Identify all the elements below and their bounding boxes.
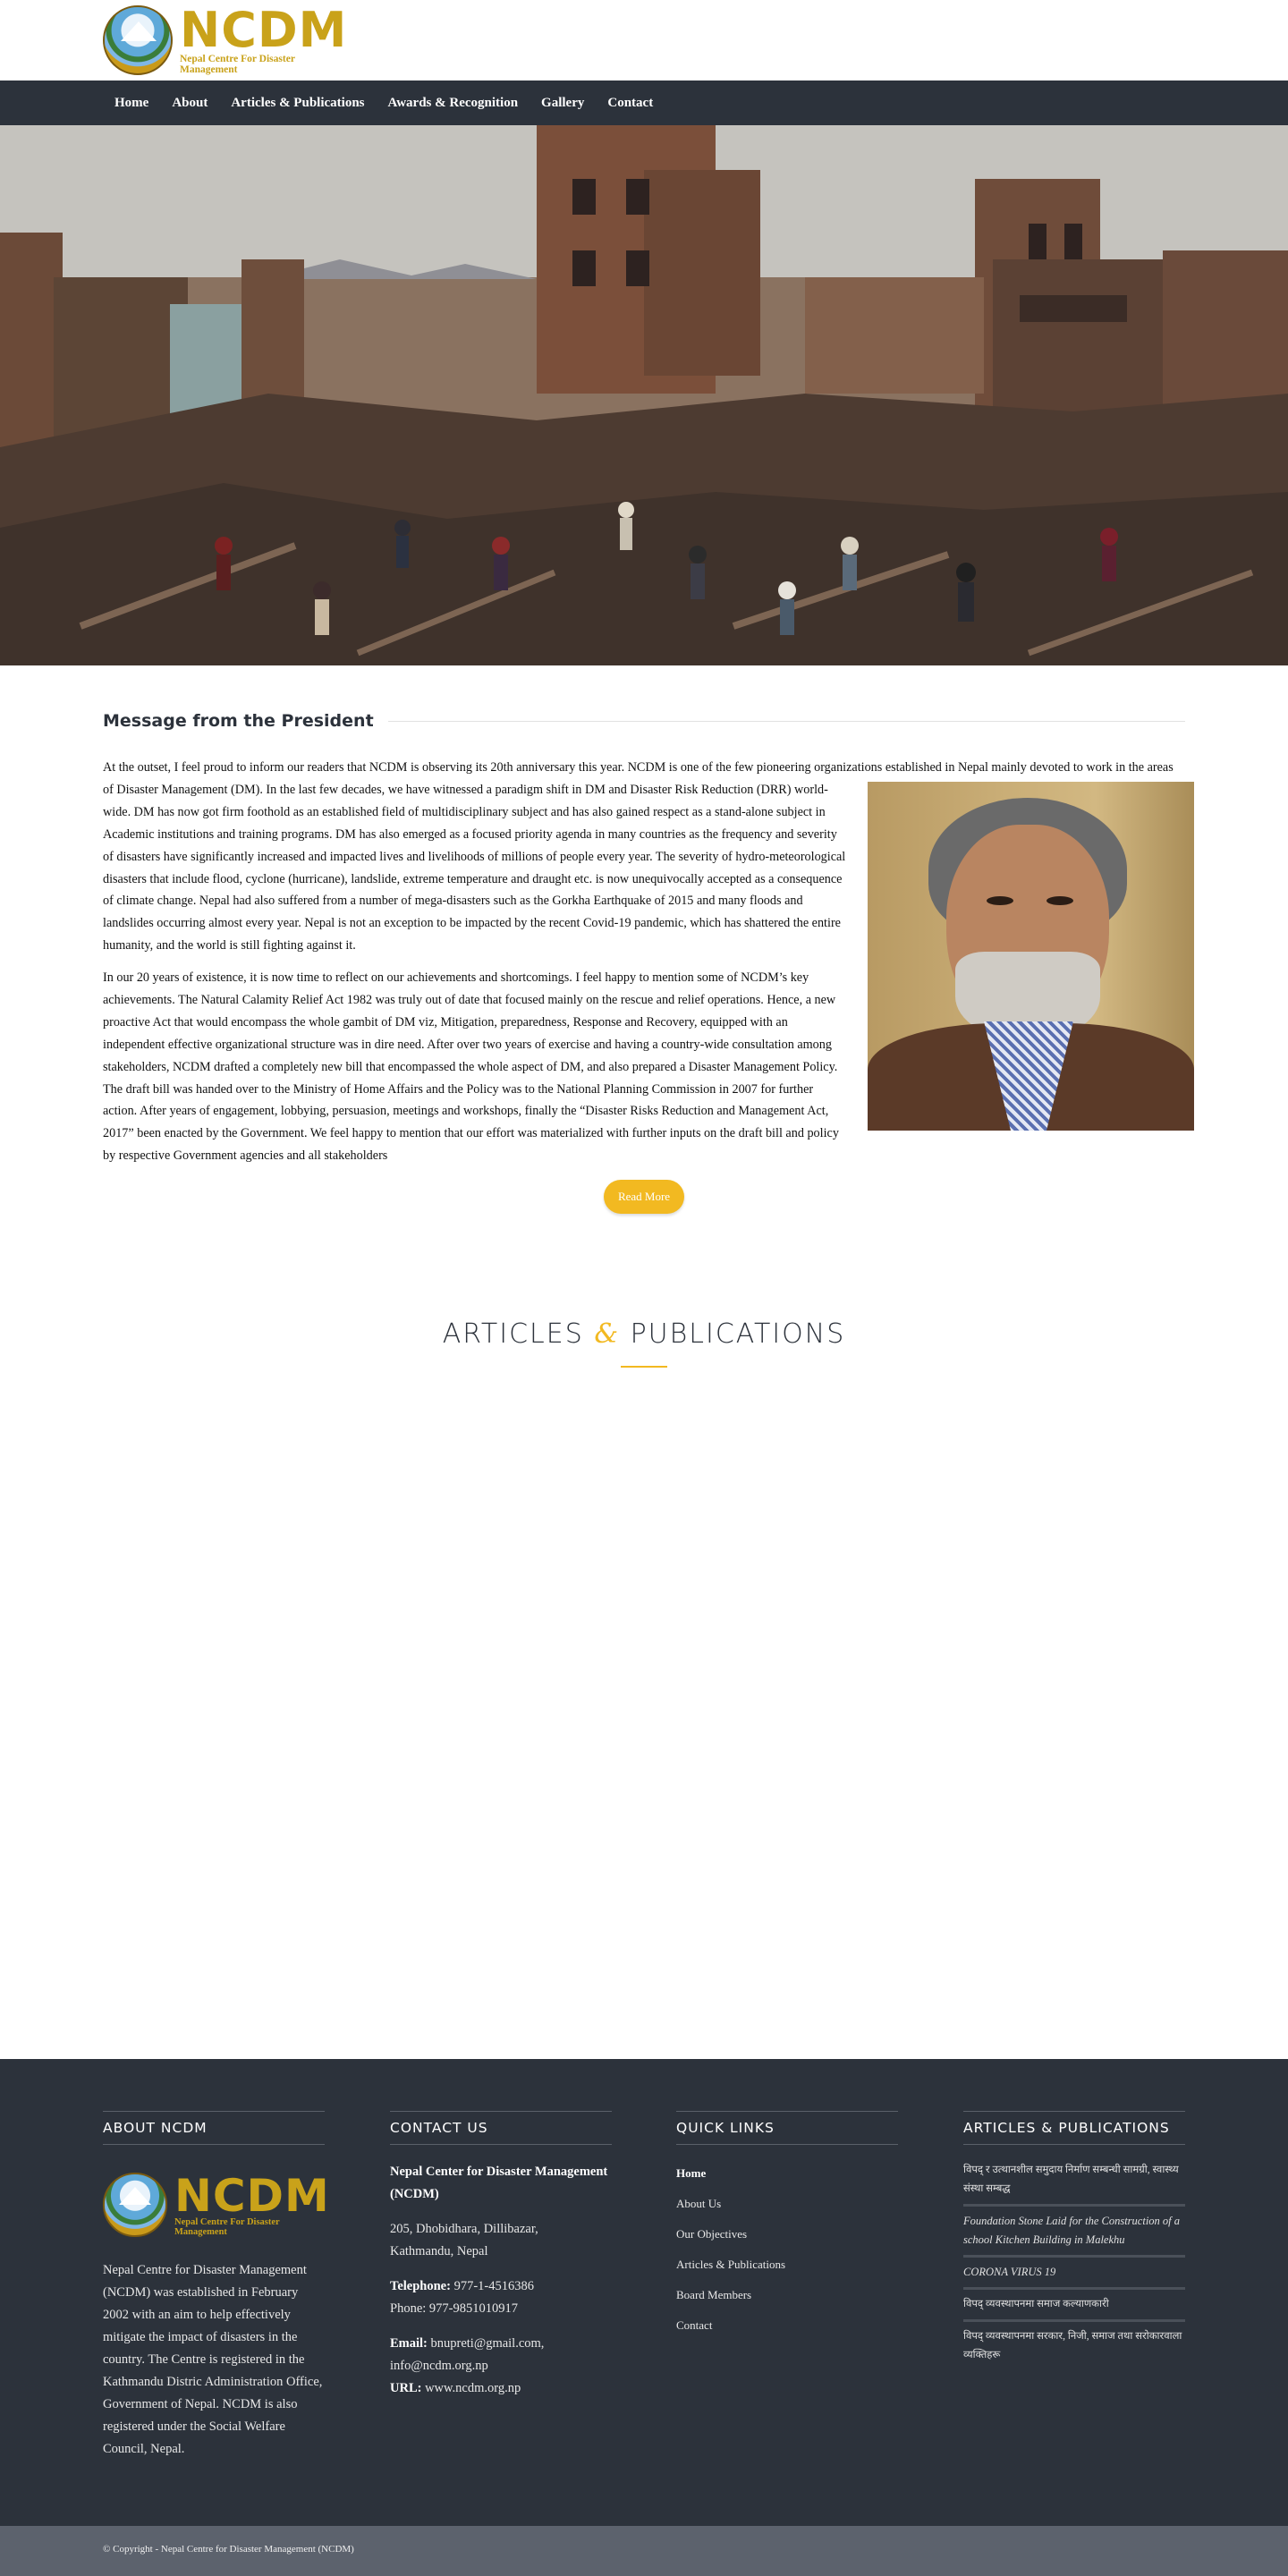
logo-wordmark: NCDM xyxy=(180,2,348,58)
articles-section-heading: ARTICLES & PUBLICATIONS xyxy=(0,1318,1288,1350)
quick-link-board-members[interactable]: Board Members xyxy=(676,2286,898,2317)
publication-link[interactable]: विपद् र उत्थानशील समुदाय निर्माण सम्बन्ध… xyxy=(963,2161,1185,2207)
main-navigation: Home About Articles & Publications Award… xyxy=(0,80,1288,125)
logo-subtitle: Nepal Centre For Disaster Management xyxy=(180,54,295,75)
site-logo[interactable]: NCDM Nepal Centre For Disaster Managemen… xyxy=(103,2,348,77)
president-section-title: Message from the President xyxy=(103,711,374,731)
email-value[interactable]: bnupreti@gmail.com, xyxy=(428,2336,545,2351)
footer-logo-wordmark: NCDM xyxy=(174,2170,330,2222)
contact-address-line2: Kathmandu, Nepal xyxy=(390,2244,488,2258)
logo-text-block: NCDM Nepal Centre For Disaster Managemen… xyxy=(180,2,348,76)
contact-address-line1: 205, Dhobidhara, Dillibazar, xyxy=(390,2222,538,2236)
contact-online: Email: bnupreti@gmail.com, info@ncdm.org… xyxy=(390,2333,612,2400)
nav-home[interactable]: Home xyxy=(103,96,160,111)
footer-about-column: ABOUT NCDM NCDM Nepal Centre For Disaste… xyxy=(103,2111,329,2461)
telephone-value[interactable]: 977-1-4516386 xyxy=(451,2279,534,2293)
telephone-label: Telephone: xyxy=(390,2279,451,2293)
footer-about-heading: ABOUT NCDM xyxy=(103,2111,325,2145)
contact-url-row: URL: www.ncdm.org.np xyxy=(390,2377,612,2400)
contact-address: 205, Dhobidhara, Dillibazar, Kathmandu, … xyxy=(390,2218,612,2263)
footer-logo-text-block: NCDM Nepal Centre For Disaster Managemen… xyxy=(174,2173,330,2237)
quick-link-articles-publications[interactable]: Articles & Publications xyxy=(676,2256,898,2286)
quick-link-about-us[interactable]: About Us xyxy=(676,2195,898,2225)
publication-link[interactable]: विपद् व्यवस्थापनमा समाज कल्याणकारी xyxy=(963,2295,1185,2322)
url-label: URL: xyxy=(390,2381,422,2395)
articles-heading-left: ARTICLES xyxy=(442,1318,595,1350)
publication-link[interactable]: Foundation Stone Laid for the Constructi… xyxy=(963,2212,1185,2258)
footer-contact-heading: CONTACT US xyxy=(390,2111,612,2145)
contact-phone[interactable]: Phone: 977-9851010917 xyxy=(390,2298,612,2320)
publications-list: विपद् र उत्थानशील समुदाय निर्माण सम्बन्ध… xyxy=(963,2161,1185,2370)
contact-phones: Telephone: 977-1-4516386 Phone: 977-9851… xyxy=(390,2275,612,2320)
footer-about-text: Nepal Centre for Disaster Management (NC… xyxy=(103,2263,323,2456)
read-more-button[interactable]: Read More xyxy=(604,1180,684,1214)
president-paragraph-2: In our 20 years of existence, it is now … xyxy=(103,970,839,1164)
nav-gallery[interactable]: Gallery xyxy=(530,96,596,111)
portrait-eye-left xyxy=(987,896,1013,905)
footer-publications-column: ARTICLES & PUBLICATIONS विपद् र उत्थानशी… xyxy=(963,2111,1185,2376)
portrait-eye-right xyxy=(1046,896,1073,905)
hero-illustration xyxy=(0,125,1288,665)
url-value[interactable]: www.ncdm.org.np xyxy=(421,2381,521,2395)
footer-contact-column: CONTACT US Nepal Center for Disaster Man… xyxy=(390,2111,612,2400)
president-section-header: Message from the President xyxy=(103,710,1185,732)
publication-link[interactable]: CORONA VIRUS 19 xyxy=(963,2263,1185,2290)
copyright-text: © Copyright - Nepal Centre for Disaster … xyxy=(103,2544,354,2555)
articles-heading-right: PUBLICATIONS xyxy=(620,1318,846,1350)
footer-quick-links-column: QUICK LINKS Home About Us Our Objectives… xyxy=(676,2111,898,2347)
logo-emblem-icon xyxy=(103,5,173,75)
articles-heading-underline xyxy=(621,1366,667,1368)
contact-email-row: Email: bnupreti@gmail.com, xyxy=(390,2333,612,2355)
section-divider xyxy=(387,720,1185,722)
site-header: NCDM Nepal Centre For Disaster Managemen… xyxy=(0,0,1288,80)
president-message-continued: In our 20 years of existence, it is now … xyxy=(103,967,1185,1173)
copyright-bar: © Copyright - Nepal Centre for Disaster … xyxy=(0,2526,1288,2576)
footer-publications-heading: ARTICLES & PUBLICATIONS xyxy=(963,2111,1185,2145)
footer-logo[interactable]: NCDM Nepal Centre For Disaster Managemen… xyxy=(103,2170,329,2240)
articles-heading-ampersand: & xyxy=(594,1318,621,1350)
nav-about[interactable]: About xyxy=(160,96,219,111)
quick-link-our-objectives[interactable]: Our Objectives xyxy=(676,2225,898,2256)
footer-logo-emblem-icon xyxy=(103,2173,167,2237)
site-footer: ABOUT NCDM NCDM Nepal Centre For Disaste… xyxy=(0,2059,1288,2526)
publication-link[interactable]: विपद् व्यवस्थापनमा सरकार, निजी, समाज तथा… xyxy=(963,2327,1185,2370)
nav-articles-publications[interactable]: Articles & Publications xyxy=(219,96,376,111)
nav-awards-recognition[interactable]: Awards & Recognition xyxy=(377,96,530,111)
nav-contact[interactable]: Contact xyxy=(596,96,665,111)
president-message-body: In our 20 years of existence, it is now … xyxy=(103,967,850,1167)
quick-link-contact[interactable]: Contact xyxy=(676,2317,898,2347)
contact-org-name: Nepal Center for Disaster Management (NC… xyxy=(390,2165,608,2201)
quick-link-home[interactable]: Home xyxy=(676,2165,898,2195)
hero-banner-image xyxy=(0,125,1288,665)
contact-telephone-row: Telephone: 977-1-4516386 xyxy=(390,2275,612,2298)
nav-menu: Home About Articles & Publications Award… xyxy=(103,80,665,125)
footer-quick-links-heading: QUICK LINKS xyxy=(676,2111,898,2145)
contact-email-2[interactable]: info@ncdm.org.np xyxy=(390,2355,612,2377)
email-label: Email: xyxy=(390,2336,428,2351)
quick-links-list: Home About Us Our Objectives Articles & … xyxy=(676,2165,898,2347)
footer-logo-subtitle: Nepal Centre For Disaster Management xyxy=(174,2217,280,2237)
